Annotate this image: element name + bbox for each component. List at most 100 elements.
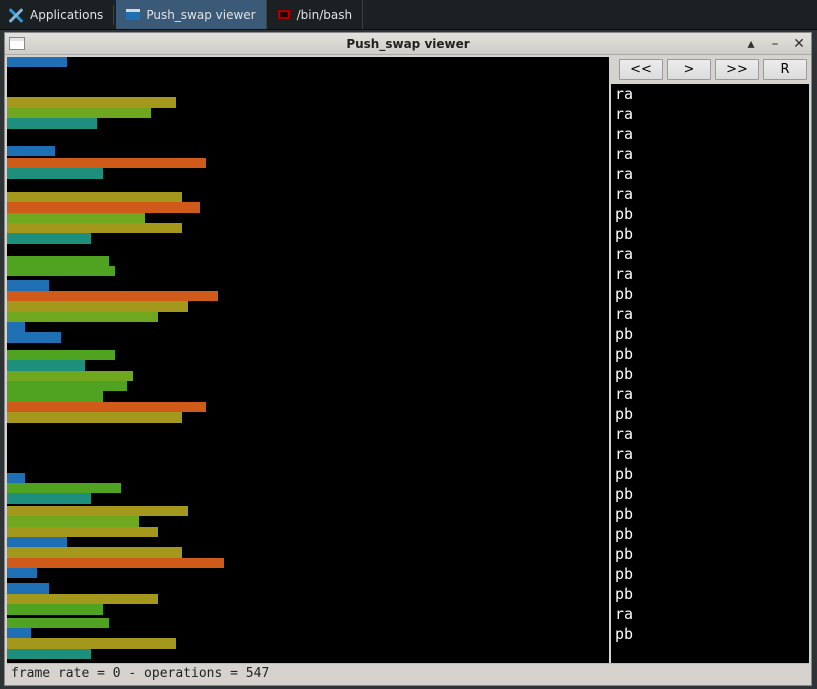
bar bbox=[7, 360, 85, 370]
gap bbox=[7, 179, 609, 192]
bar-row bbox=[7, 628, 609, 638]
titlebar[interactable]: Push_swap viewer ▴ – ✕ bbox=[5, 33, 811, 55]
bar bbox=[7, 322, 25, 332]
window-icon bbox=[126, 9, 140, 20]
bar-row bbox=[7, 402, 609, 412]
bar-row bbox=[7, 506, 609, 516]
bar bbox=[7, 493, 91, 503]
bar-row bbox=[7, 618, 609, 628]
bar-row bbox=[7, 558, 609, 568]
close-button[interactable]: ✕ bbox=[791, 36, 807, 52]
bar bbox=[7, 594, 158, 604]
bar-row bbox=[7, 312, 609, 322]
fastfwd-button[interactable]: >> bbox=[715, 59, 759, 80]
bar bbox=[7, 168, 103, 178]
window-icon bbox=[9, 37, 25, 50]
stack-canvas bbox=[7, 57, 609, 663]
bar-row bbox=[7, 97, 609, 107]
bar bbox=[7, 312, 158, 322]
bar-row bbox=[7, 360, 609, 370]
window-title: Push_swap viewer bbox=[5, 37, 811, 51]
minimize-button[interactable]: – bbox=[767, 36, 783, 52]
bar bbox=[7, 280, 49, 290]
task-label: Push_swap viewer bbox=[146, 8, 255, 22]
bar bbox=[7, 649, 91, 659]
rollup-button[interactable]: ▴ bbox=[743, 36, 759, 52]
bar bbox=[7, 266, 115, 276]
bar-row bbox=[7, 57, 609, 67]
toolbar: << > >> R bbox=[611, 57, 809, 84]
bar-row bbox=[7, 594, 609, 604]
gap bbox=[7, 343, 609, 350]
bar bbox=[7, 506, 188, 516]
window-controls: ▴ – ✕ bbox=[743, 36, 807, 52]
bar-row bbox=[7, 213, 609, 223]
bar bbox=[7, 97, 176, 107]
gap bbox=[7, 244, 609, 256]
bar-row bbox=[7, 537, 609, 547]
bar bbox=[7, 537, 67, 547]
bar bbox=[7, 483, 121, 493]
window-body: << > >> R ra ra ra ra ra ra pb pb ra ra … bbox=[5, 55, 811, 685]
terminal-icon bbox=[277, 9, 291, 20]
applications-label: Applications bbox=[30, 8, 103, 22]
bar bbox=[7, 618, 109, 628]
bar-row bbox=[7, 381, 609, 391]
reset-button[interactable]: R bbox=[763, 59, 807, 80]
taskbar: Applications Push_swap viewer /bin/bash bbox=[0, 0, 817, 30]
bar-row bbox=[7, 638, 609, 648]
bar bbox=[7, 527, 158, 537]
bar-row bbox=[7, 280, 609, 290]
bar bbox=[7, 332, 61, 342]
rewind-button[interactable]: << bbox=[619, 59, 663, 80]
bar-row bbox=[7, 516, 609, 526]
gap bbox=[7, 67, 609, 97]
step-button[interactable]: > bbox=[667, 59, 711, 80]
bar-row bbox=[7, 301, 609, 311]
bar-row bbox=[7, 158, 609, 168]
bar-row bbox=[7, 547, 609, 557]
bar bbox=[7, 583, 49, 593]
right-panel: << > >> R ra ra ra ra ra ra pb pb ra ra … bbox=[611, 57, 809, 663]
bar bbox=[7, 213, 145, 223]
bar bbox=[7, 158, 206, 168]
bar-row bbox=[7, 583, 609, 593]
applications-menu[interactable]: Applications bbox=[0, 0, 111, 29]
bar-row bbox=[7, 266, 609, 276]
bar bbox=[7, 412, 182, 422]
operations-list: ra ra ra ra ra ra pb pb ra ra pb ra pb p… bbox=[611, 84, 809, 663]
bar-row bbox=[7, 332, 609, 342]
bar-row bbox=[7, 192, 609, 202]
bar-row bbox=[7, 291, 609, 301]
bar bbox=[7, 473, 25, 483]
bar bbox=[7, 547, 182, 557]
bar bbox=[7, 391, 103, 401]
task-item-pushswap[interactable]: Push_swap viewer bbox=[116, 0, 266, 29]
gap bbox=[7, 659, 609, 663]
status-bar: frame rate = 0 - operations = 547 bbox=[7, 663, 809, 683]
bar bbox=[7, 57, 67, 67]
task-item-bash[interactable]: /bin/bash bbox=[267, 0, 363, 29]
bar-row bbox=[7, 108, 609, 118]
task-label: /bin/bash bbox=[297, 8, 352, 22]
bar-row bbox=[7, 168, 609, 178]
bar bbox=[7, 202, 200, 212]
bar bbox=[7, 192, 182, 202]
bar-row bbox=[7, 118, 609, 128]
bar bbox=[7, 301, 188, 311]
bar-row bbox=[7, 473, 609, 483]
bar bbox=[7, 558, 224, 568]
bars-container bbox=[7, 57, 609, 663]
gap bbox=[7, 129, 609, 146]
bar-row bbox=[7, 223, 609, 233]
bar-row bbox=[7, 604, 609, 614]
bar bbox=[7, 516, 139, 526]
app-window: Push_swap viewer ▴ – ✕ << > >> R ra ra r… bbox=[4, 32, 812, 686]
bar-row bbox=[7, 350, 609, 360]
bar-row bbox=[7, 256, 609, 266]
bar bbox=[7, 146, 55, 156]
bar bbox=[7, 118, 97, 128]
bar-row bbox=[7, 649, 609, 659]
bar bbox=[7, 568, 37, 578]
bar-row bbox=[7, 146, 609, 156]
